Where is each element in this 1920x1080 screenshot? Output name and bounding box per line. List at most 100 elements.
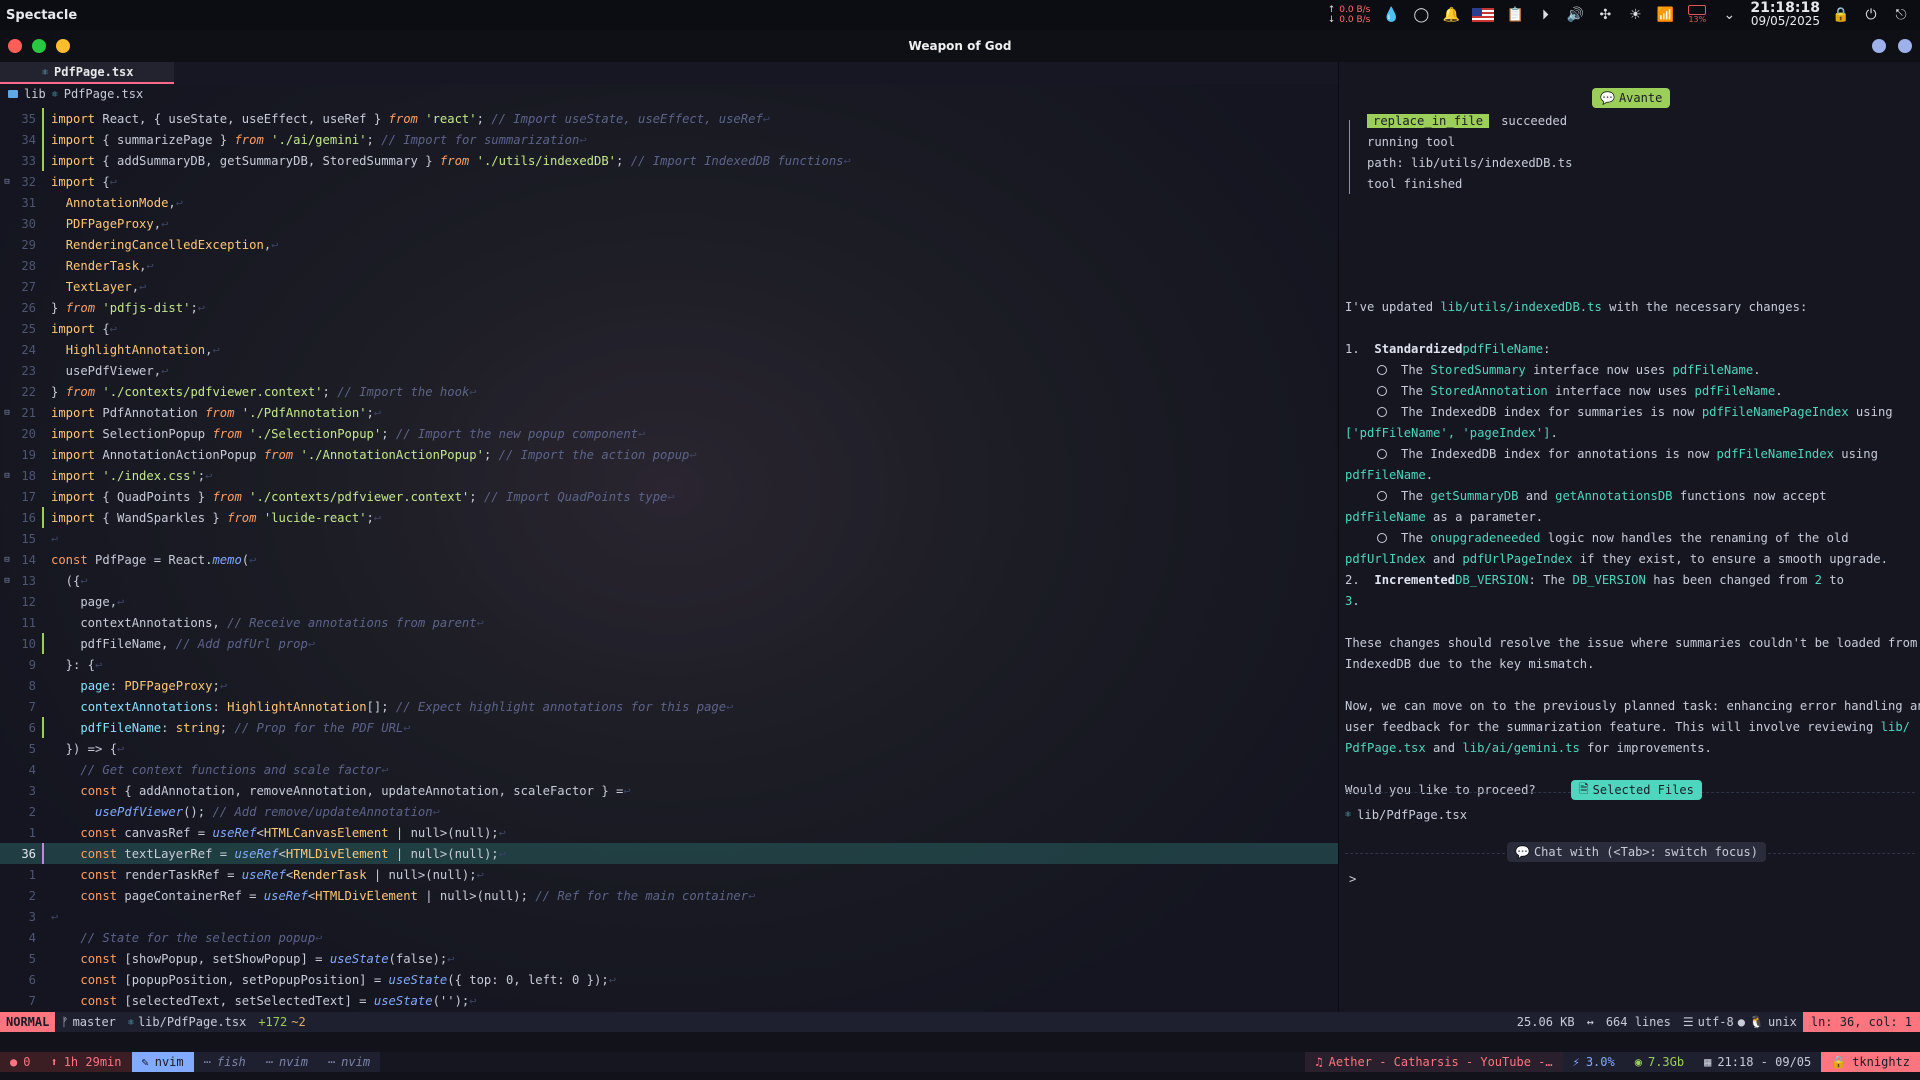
code-line[interactable]: 20 import SelectionPopup from './Selectio… [0, 423, 1338, 444]
code-line[interactable]: 5 const [showPopup, setShowPopup] = useS… [0, 948, 1338, 969]
tmux-window-nvim-2[interactable]: ⋯ nvim [317, 1052, 381, 1072]
selected-file-item[interactable]: ⚛ lib/PdfPage.tsx [1345, 804, 1467, 825]
tmux-window-nvim-1[interactable]: ⋯ nvim [255, 1052, 318, 1072]
code-text: TextLayer,↩ [65, 279, 147, 294]
code-line[interactable]: 7 contextAnnotations: HighlightAnnotatio… [0, 696, 1338, 717]
window-sticky-button[interactable] [1898, 39, 1912, 53]
code-line[interactable]: 34 import { summarizePage } from './ai/ge… [0, 129, 1338, 150]
diff-modified: ~2 [291, 1015, 306, 1029]
fold-icon[interactable]: ⊟ [0, 408, 14, 418]
user-lock-icon: 🔒 [1831, 1055, 1847, 1069]
power-icon[interactable]: ⏻ [1862, 6, 1880, 24]
droplet-icon[interactable]: 💧 [1382, 6, 1400, 24]
window-pin-button[interactable] [1872, 39, 1886, 53]
code-line[interactable]: 15 ↩ [0, 528, 1338, 549]
code-line[interactable]: 4 // State for the selection popup↩ [0, 927, 1338, 948]
line-number: 35 [21, 111, 36, 126]
chevron-down-icon[interactable]: ⌄ [1720, 6, 1738, 24]
response-line [1345, 317, 1915, 338]
upload-arrow-icon: ↑ [1327, 5, 1336, 15]
code-text: }: {↩ [51, 657, 103, 672]
code-line[interactable]: 8 page: PDFPageProxy;↩ [0, 675, 1338, 696]
network-nodes-icon[interactable]: ✣ [1596, 6, 1614, 24]
git-sign [42, 381, 44, 402]
breadcrumb-folder[interactable]: lib [24, 87, 46, 101]
code-line[interactable]: ⊟ 21 import PdfAnnotation from './PdfAnnot… [0, 402, 1338, 423]
code-line[interactable]: 1 const renderTaskRef = useRef<RenderTas… [0, 864, 1338, 885]
code-editor[interactable]: ⚛ PdfPage.tsx lib ⚛ PdfPage.tsx 35 import… [0, 62, 1338, 1012]
code-line[interactable]: 25 import {↩ [0, 318, 1338, 339]
git-sign [42, 633, 44, 654]
code-line[interactable]: 5 }) => {↩ [0, 738, 1338, 759]
minimize-window-button[interactable] [56, 39, 70, 53]
code-line[interactable]: ⊟ 18 import './index.css';↩ [0, 465, 1338, 486]
maximize-window-button[interactable] [32, 39, 46, 53]
logout-icon[interactable]: ⎋ [1892, 6, 1910, 24]
chat-input[interactable]: > [1349, 868, 1356, 889]
code-line[interactable]: 12 page,↩ [0, 591, 1338, 612]
code-line[interactable]: 2 const pageContainerRef = useRef<HTMLDi… [0, 885, 1338, 906]
code-line[interactable]: 3 const { addAnnotation, removeAnnotatio… [0, 780, 1338, 801]
media-play-icon[interactable]: ⏵ [1536, 6, 1554, 24]
tmux-window-fish[interactable]: ⋯ fish [193, 1052, 256, 1072]
code-line[interactable]: 1 const canvasRef = useRef<HTMLCanvasEle… [0, 822, 1338, 843]
avante-chat-panel[interactable]: 💬 Avante replace_in_file succeeded runnin… [1338, 62, 1920, 1012]
code-line[interactable]: 4 // Get context functions and scale fac… [0, 759, 1338, 780]
brightness-icon[interactable]: ☀ [1626, 6, 1644, 24]
code-line[interactable]: ⊟ 13 ({↩ [0, 570, 1338, 591]
code-line[interactable]: 22} from './contexts/pdfviewer.context';… [0, 381, 1338, 402]
us-flag-keyboard-layout-icon[interactable] [1472, 8, 1495, 22]
code-line[interactable]: 17 import { QuadPoints } from './contexts… [0, 486, 1338, 507]
line-number: 5 [28, 741, 36, 756]
bell-icon[interactable]: 🔔 [1442, 6, 1460, 24]
code-line[interactable]: 29 RenderingCancelledException,↩ [0, 234, 1338, 255]
code-line[interactable]: 28 RenderTask,↩ [0, 255, 1338, 276]
clipboard-icon[interactable]: 📋 [1506, 6, 1524, 24]
code-text: const pageContainerRef = useRef<HTMLDivE… [80, 888, 756, 903]
code-line[interactable]: 33 import { addSummaryDB, getSummaryDB, S… [0, 150, 1338, 171]
code-line[interactable]: 30 PDFPageProxy,↩ [0, 213, 1338, 234]
volume-icon[interactable]: 🔊 [1566, 6, 1584, 24]
code-line[interactable]: ⊟ 14 const PdfPage = React.memo(↩ [0, 549, 1338, 570]
code-line[interactable]: 10 pdfFileName, // Add pdfUrl prop↩ [0, 633, 1338, 654]
fold-icon[interactable]: ⊟ [0, 576, 14, 586]
code-line[interactable]: 3 ↩ [0, 906, 1338, 927]
fold-icon[interactable]: ⊟ [0, 471, 14, 481]
lock-icon[interactable]: 🔒 [1832, 6, 1850, 24]
code-line[interactable]: ⊟ 32 import {↩ [0, 171, 1338, 192]
code-line[interactable]: 23 usePdfViewer,↩ [0, 360, 1338, 381]
fold-icon[interactable]: ⊟ [0, 555, 14, 565]
code-line[interactable]: 7 const [selectedText, setSelectedText] … [0, 990, 1338, 1011]
code-line[interactable]: 27 TextLayer,↩ [0, 276, 1338, 297]
editor-tab-pdfpage[interactable]: ⚛ PdfPage.tsx [0, 62, 174, 84]
response-text: The StoredSummary interface now uses pdf… [1401, 362, 1761, 377]
close-window-button[interactable] [8, 39, 22, 53]
circle-icon[interactable]: ◯ [1412, 6, 1430, 24]
response-line: 1. Standardized pdfFileName: [1345, 341, 1551, 356]
fold-icon[interactable]: ⊟ [0, 177, 14, 187]
code-line[interactable]: 26} from 'pdfjs-dist';↩ [0, 297, 1338, 318]
breadcrumb-file[interactable]: PdfPage.tsx [64, 87, 143, 101]
code-line[interactable]: 36 const textLayerRef = useRef<HTMLDivEl… [0, 843, 1338, 864]
code-line[interactable]: 2 usePdfViewer(); // Add remove/updateAn… [0, 801, 1338, 822]
tmux-window-active[interactable]: ✎ nvim [131, 1052, 194, 1072]
code-text: import React, { useState, useEffect, use… [51, 111, 771, 126]
battery-indicator[interactable]: 13% [1686, 5, 1708, 25]
git-sign [42, 675, 44, 696]
line-number: 29 [21, 237, 36, 252]
wifi-icon[interactable]: 📶 [1656, 6, 1674, 24]
code-line[interactable]: 16 import { WandSparkles } from 'lucide-r… [0, 507, 1338, 528]
code-line[interactable]: 6 const [popupPosition, setPopupPosition… [0, 969, 1338, 990]
code-line[interactable]: 19 import AnnotationActionPopup from './A… [0, 444, 1338, 465]
code-text: contextAnnotations: HighlightAnnotation[… [80, 699, 734, 714]
code-line[interactable]: 35 import React, { useState, useEffect, u… [0, 108, 1338, 129]
git-sign [42, 150, 44, 171]
code-line[interactable]: 6 pdfFileName: string; // Prop for the P… [0, 717, 1338, 738]
clock[interactable]: 21:18:18 09/05/2025 [1750, 1, 1820, 28]
file-icon: 🗎 [1579, 781, 1589, 796]
code-line[interactable]: 31 AnnotationMode,↩ [0, 192, 1338, 213]
code-lines[interactable]: 35 import React, { useState, useEffect, u… [0, 108, 1338, 1011]
code-line[interactable]: 9 }: {↩ [0, 654, 1338, 675]
code-line[interactable]: 24 HighlightAnnotation,↩ [0, 339, 1338, 360]
code-line[interactable]: 11 contextAnnotations, // Receive annota… [0, 612, 1338, 633]
